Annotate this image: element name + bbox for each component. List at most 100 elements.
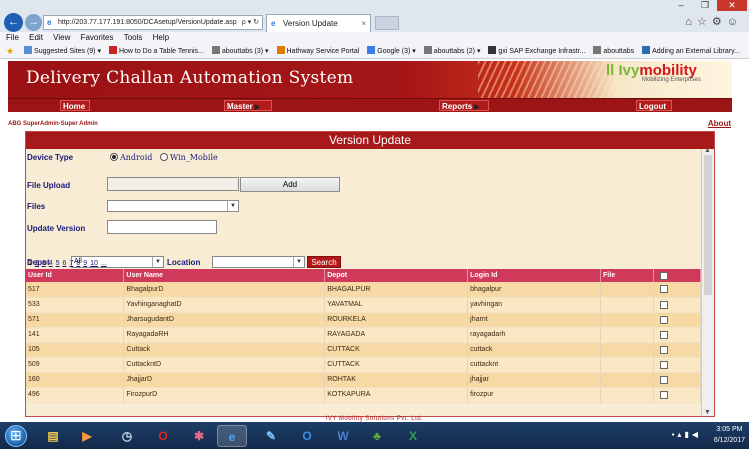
- app-icon[interactable]: ✱: [184, 425, 214, 447]
- cell-login-id: jharnt: [467, 312, 602, 328]
- app-title: Delivery Challan Automation System: [26, 68, 354, 88]
- row-checkbox[interactable]: [659, 345, 668, 354]
- menu-view[interactable]: View: [53, 33, 70, 42]
- add-button[interactable]: Add: [240, 177, 340, 192]
- row-checkbox[interactable]: [659, 300, 668, 309]
- text-editor-icon[interactable]: ✎: [256, 425, 286, 447]
- submenu-arrow-icon: ▶: [254, 104, 261, 111]
- close-window-button[interactable]: ✕: [717, 0, 747, 11]
- nav-master[interactable]: Master ▶: [224, 100, 272, 111]
- nav-home[interactable]: Home: [60, 100, 90, 111]
- media-player-icon[interactable]: ▶: [72, 425, 102, 447]
- radio-win-mobile[interactable]: Win_Mobile: [160, 153, 218, 162]
- fav-table-tennis[interactable]: How to Do a Table Tennis...: [108, 44, 204, 58]
- files-select[interactable]: ▼: [107, 200, 239, 212]
- word-icon[interactable]: W: [328, 425, 358, 447]
- panel-scrollbar[interactable]: ▲ ▼: [701, 147, 714, 416]
- ivy-mobility-logo: ll ivymobility Mobilizing Enterprises: [606, 62, 701, 83]
- page-9[interactable]: 9: [83, 260, 87, 267]
- page-6[interactable]: 6: [63, 260, 67, 267]
- search-button[interactable]: Search: [307, 256, 341, 268]
- fav-external-library[interactable]: Adding an External Library...: [642, 44, 740, 58]
- page-4[interactable]: 4: [49, 260, 53, 267]
- location-select[interactable]: ▼: [212, 256, 305, 268]
- home-icon[interactable]: ⌂: [685, 16, 697, 28]
- cell-file: [600, 312, 654, 328]
- row-checkbox[interactable]: [659, 330, 668, 339]
- menu-help[interactable]: Help: [153, 33, 169, 42]
- forward-button[interactable]: →: [25, 14, 42, 31]
- outlook-icon[interactable]: O: [292, 425, 322, 447]
- file-explorer-icon[interactable]: ▤: [38, 425, 68, 447]
- address-bar[interactable]: e http://203.77.177.191:8050/DCAsetup/Ve…: [43, 15, 263, 30]
- page-icon: [108, 46, 117, 54]
- about-link[interactable]: About: [708, 119, 731, 128]
- game-icon[interactable]: ♣: [362, 425, 392, 447]
- row-checkbox[interactable]: [659, 285, 668, 294]
- page-8[interactable]: 8: [76, 260, 80, 267]
- menu-tools[interactable]: Tools: [124, 33, 143, 42]
- clock[interactable]: 3:05 PM 6/12/2017: [714, 424, 745, 448]
- page-7[interactable]: 7: [69, 260, 73, 267]
- window-title-bar: – ❐ ✕: [0, 0, 749, 12]
- menu-file[interactable]: File: [6, 33, 19, 42]
- scroll-down-icon[interactable]: ▼: [704, 409, 711, 416]
- page-10[interactable]: 10: [90, 260, 98, 267]
- clock-date: 6/12/2017: [713, 437, 745, 444]
- row-checkbox[interactable]: [659, 375, 668, 384]
- user-breadcrumb: ABG SuperAdmin-Super Admin: [8, 121, 98, 127]
- gear-icon[interactable]: ⚙: [712, 16, 727, 28]
- back-button[interactable]: ←: [4, 13, 23, 32]
- favorites-star-icon[interactable]: ★: [6, 44, 16, 58]
- nav-logout[interactable]: Logout: [636, 100, 672, 111]
- tab-version-update[interactable]: e Version Update ×: [266, 14, 371, 32]
- fav-abouttabs-3[interactable]: abouttabs (3) ▾: [211, 44, 269, 58]
- nav-reports[interactable]: Reports ▶: [439, 100, 489, 111]
- start-button[interactable]: [5, 425, 27, 447]
- favorites-star-icon[interactable]: ☆: [697, 16, 712, 28]
- cell-select: [653, 387, 702, 403]
- maximize-button[interactable]: ❐: [693, 0, 717, 11]
- page-5[interactable]: 5: [56, 260, 60, 267]
- fav-abouttabs-2[interactable]: abouttabs (2) ▾: [423, 44, 480, 58]
- cell-depot: CUTTACK: [324, 357, 469, 373]
- fav-sap-exchange[interactable]: gxi SAP Exchange Infrastr...: [488, 44, 585, 58]
- fav-hathway[interactable]: Hathway Service Portal: [276, 44, 359, 58]
- internet-explorer-icon[interactable]: e: [217, 425, 247, 447]
- minimize-button[interactable]: –: [669, 0, 693, 11]
- cell-user-name: FirozpurD: [123, 387, 326, 403]
- menu-edit[interactable]: Edit: [29, 33, 43, 42]
- speedometer-icon[interactable]: ◷: [112, 425, 142, 447]
- address-tools-icon[interactable]: ρ ▾ ↻: [242, 16, 259, 29]
- cell-user-id: 105: [26, 342, 125, 358]
- page-2[interactable]: 2: [35, 260, 39, 267]
- fav-abouttabs[interactable]: abouttabs: [593, 44, 634, 58]
- scroll-up-icon[interactable]: ▲: [704, 147, 711, 154]
- excel-icon[interactable]: X: [398, 425, 428, 447]
- row-checkbox[interactable]: [659, 315, 668, 324]
- close-tab-icon[interactable]: ×: [361, 15, 366, 32]
- cell-depot: ROHTAK: [324, 372, 469, 388]
- smiley-icon[interactable]: ☺: [727, 16, 743, 28]
- fav-google[interactable]: Google (3) ▾: [367, 44, 416, 58]
- row-checkbox[interactable]: [659, 390, 668, 399]
- select-all-checkbox[interactable]: [659, 271, 668, 280]
- cell-login-id: cuttack: [467, 342, 602, 358]
- fav-suggested-sites[interactable]: Suggested Sites (9) ▾: [24, 44, 101, 58]
- menu-favorites[interactable]: Favorites: [81, 33, 114, 42]
- scroll-thumb[interactable]: [704, 155, 712, 295]
- new-tab-button[interactable]: [375, 16, 399, 30]
- cell-file: [600, 327, 654, 343]
- file-upload-input[interactable]: [107, 177, 239, 191]
- page-3[interactable]: 3: [42, 260, 46, 267]
- update-version-input[interactable]: [107, 220, 217, 234]
- page-1[interactable]: 1: [28, 260, 32, 267]
- page-more[interactable]: ...: [101, 260, 107, 267]
- version-update-panel: Version Update ▲ ▼ Device Type Android W…: [25, 131, 715, 417]
- network-icon[interactable]: ▮: [684, 430, 691, 439]
- volume-icon[interactable]: ◀: [692, 430, 701, 439]
- radio-android[interactable]: Android: [110, 153, 152, 162]
- radio-selected-icon: [110, 153, 118, 161]
- opera-icon[interactable]: O: [148, 425, 178, 447]
- row-checkbox[interactable]: [659, 360, 668, 369]
